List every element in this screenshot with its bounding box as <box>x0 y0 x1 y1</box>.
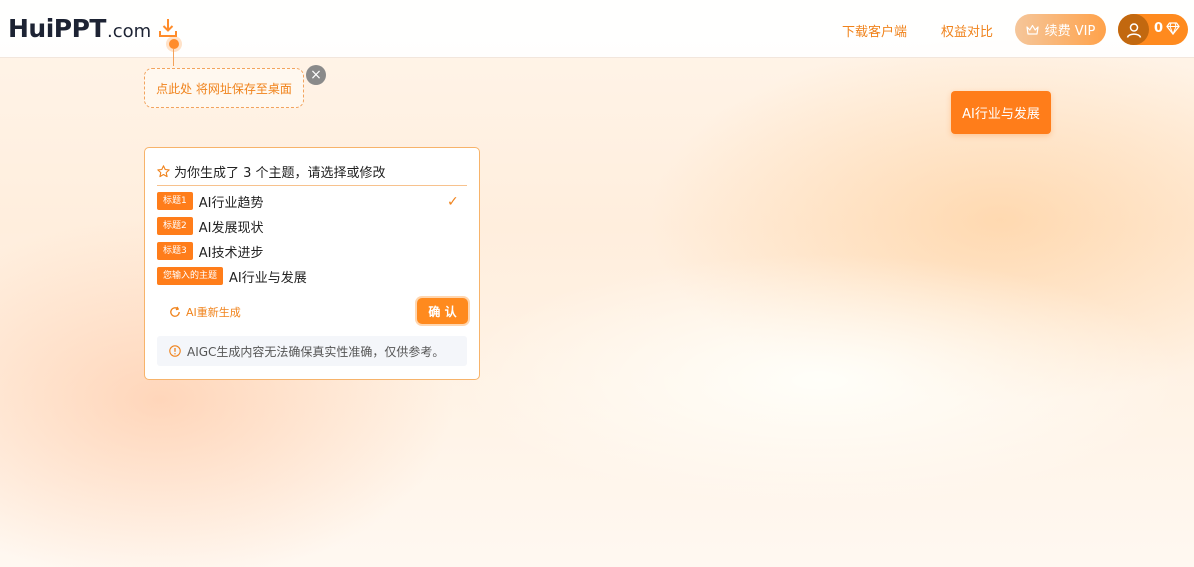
confirm-label: 确 认 <box>428 304 457 319</box>
disclaimer-text: AIGC生成内容无法确保真实性准确，仅供参考。 <box>187 344 445 359</box>
topic-text: AI行业趋势 <box>198 195 264 211</box>
top-navigation-bar: HuiPPT .com 下载客户端 权益对比 续费 VIP 0 <box>0 0 1194 66</box>
refresh-icon <box>170 306 180 317</box>
renew-vip-button[interactable]: 续费 VIP <box>1015 14 1106 45</box>
tip-text: 点此处 将网址保存至桌面 <box>156 81 292 96</box>
logo-suffix: .com <box>107 21 152 42</box>
topic-option-1[interactable]: 标题1 AI行业趋势 <box>157 192 264 211</box>
star-icon <box>157 165 170 178</box>
close-tip-button[interactable]: × <box>306 65 326 85</box>
selected-check-icon: ✓ <box>447 194 459 210</box>
renew-vip-label: 续费 VIP <box>1044 24 1096 39</box>
crown-icon <box>1026 24 1039 35</box>
close-icon: × <box>310 67 322 83</box>
topic-tag: 标题2 <box>157 217 193 235</box>
coin-count: 0 <box>1154 21 1164 36</box>
info-icon <box>169 345 181 357</box>
current-topic-button[interactable]: AI行业与发展 <box>951 91 1051 134</box>
user-icon <box>1126 22 1141 38</box>
download-client-link[interactable]: 下载客户端 <box>842 21 907 40</box>
topic-option-2[interactable]: 标题2 AI发展现状 <box>157 217 264 236</box>
confirm-button[interactable]: 确 认 <box>417 298 468 324</box>
topic-tag: 标题1 <box>157 192 193 210</box>
topic-text: AI发展现状 <box>198 220 264 236</box>
current-topic-label: AI行业与发展 <box>962 107 1040 122</box>
avatar[interactable] <box>1118 14 1149 45</box>
topic-tag: 您输入的主题 <box>157 267 224 285</box>
topic-option-3[interactable]: 标题3 AI技术进步 <box>157 242 264 261</box>
disclaimer-note: AIGC生成内容无法确保真实性准确，仅供参考。 <box>157 336 467 366</box>
logo-text: HuiPPT <box>8 14 107 43</box>
download-indicator-dot <box>169 39 179 49</box>
benefits-compare-link[interactable]: 权益对比 <box>941 21 993 40</box>
save-to-desktop-tip[interactable]: 点此处 将网址保存至桌面 <box>144 68 304 108</box>
topic-selection-panel: 为你生成了 3 个主题，请选择或修改 标题1 AI行业趋势 ✓ 标题2 AI发展… <box>144 147 480 380</box>
site-logo[interactable]: HuiPPT .com <box>8 14 151 44</box>
topic-tag: 标题3 <box>157 242 193 260</box>
diamond-icon <box>1166 22 1180 35</box>
topic-option-custom[interactable]: 您输入的主题 AI行业与发展 <box>157 267 307 286</box>
topic-text: AI行业与发展 <box>229 270 307 286</box>
regenerate-button[interactable]: AI重新生成 <box>169 304 241 320</box>
regenerate-label: AI重新生成 <box>186 306 241 319</box>
panel-heading-text: 为你生成了 3 个主题，请选择或修改 <box>174 166 386 181</box>
user-account-button[interactable]: 0 <box>1118 14 1188 45</box>
download-icon[interactable] <box>158 18 178 40</box>
tip-connector-line <box>173 49 174 66</box>
panel-heading: 为你生成了 3 个主题，请选择或修改 <box>157 162 386 181</box>
divider <box>157 185 467 186</box>
topic-text: AI技术进步 <box>198 245 264 261</box>
